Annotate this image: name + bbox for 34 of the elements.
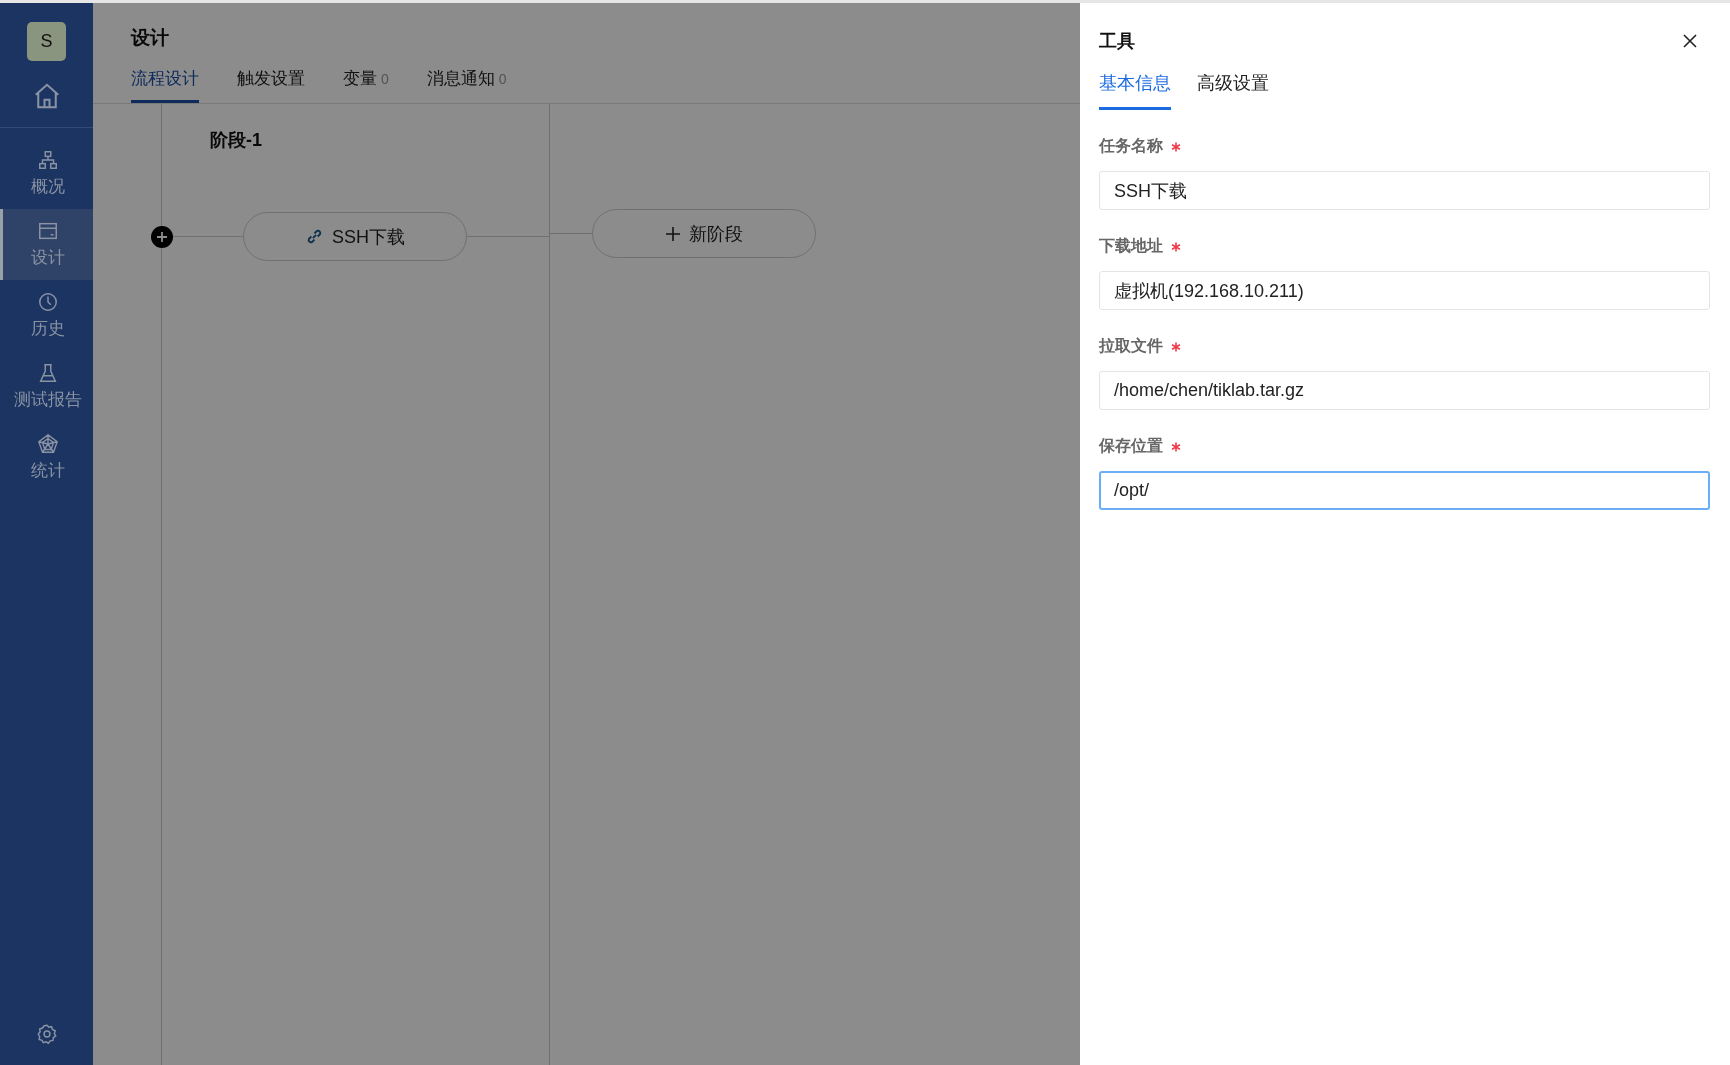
- tab[interactable]: 高级设置: [1197, 71, 1269, 110]
- tab[interactable]: 变量 0: [343, 67, 389, 103]
- drawer-title: 工具: [1099, 30, 1135, 53]
- sidebar-item[interactable]: 概况: [0, 138, 93, 209]
- user-avatar[interactable]: S: [27, 22, 66, 61]
- settings-icon[interactable]: [35, 1023, 58, 1045]
- pentagon-icon: [37, 433, 59, 455]
- add-stage-button[interactable]: 新阶段: [592, 209, 816, 258]
- clock-icon: [37, 291, 59, 313]
- hierarchy-icon: [37, 149, 59, 171]
- stage-title: 阶段-1: [210, 129, 263, 152]
- input-field[interactable]: 虚拟机(192.168.10.211): [1099, 271, 1710, 310]
- add-icon[interactable]: [151, 225, 173, 248]
- sidebar-item[interactable]: 设计: [0, 209, 93, 280]
- input-field[interactable]: /opt/: [1099, 471, 1710, 510]
- page-title: 设计: [131, 26, 170, 50]
- sidebar-item[interactable]: 统计: [0, 422, 93, 493]
- input-field[interactable]: SSH下载: [1099, 171, 1710, 210]
- flask-icon: [37, 362, 59, 384]
- plus-icon: [665, 225, 681, 242]
- field-label: 任务名称: [1099, 136, 1163, 156]
- field-label: 拉取文件: [1099, 336, 1163, 356]
- field-label: 下载地址: [1099, 236, 1163, 256]
- close-icon[interactable]: [1682, 33, 1698, 49]
- input-field[interactable]: /home/chen/tiklab.tar.gz: [1099, 371, 1710, 410]
- tab[interactable]: 流程设计: [131, 67, 199, 103]
- field-label: 保存位置: [1099, 436, 1163, 456]
- link-icon: [305, 227, 324, 246]
- tab[interactable]: 触发设置: [237, 67, 305, 103]
- job-node[interactable]: SSH下载: [243, 212, 467, 261]
- card-icon: [37, 220, 59, 242]
- tab[interactable]: 基本信息: [1099, 71, 1171, 110]
- sidebar-item[interactable]: 测试报告: [0, 351, 93, 422]
- sidebar-item[interactable]: 历史: [0, 280, 93, 351]
